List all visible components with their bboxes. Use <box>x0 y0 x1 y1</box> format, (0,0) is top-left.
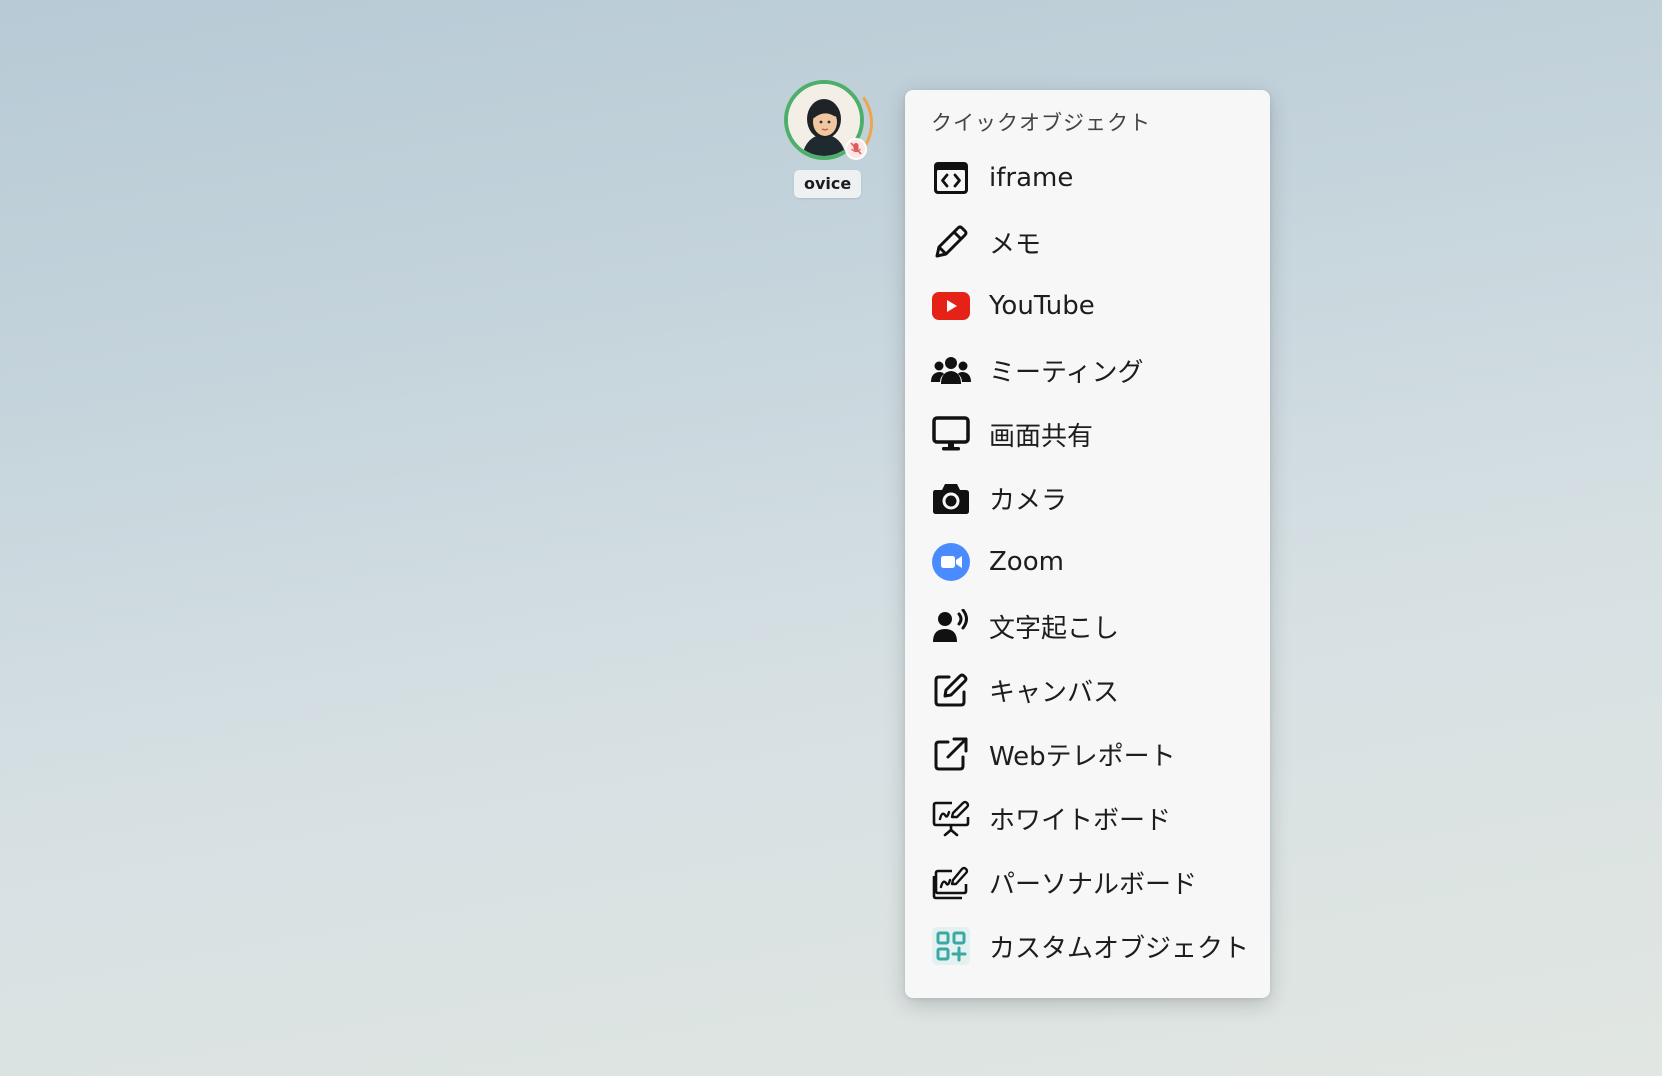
menu-item-youtube[interactable]: YouTube <box>905 274 1270 338</box>
iframe-icon <box>931 158 971 198</box>
grid-plus-icon <box>931 926 971 966</box>
menu-item-label: キャンバス <box>989 677 1120 708</box>
menu-item-zoom[interactable]: Zoom <box>905 530 1270 594</box>
personal-board-icon <box>931 862 971 902</box>
menu-item-custom-object[interactable]: カスタムオブジェクト <box>905 914 1270 978</box>
mic-muted-icon <box>845 138 867 160</box>
menu-item-transcription[interactable]: 文字起こし <box>905 594 1270 658</box>
whiteboard-icon <box>931 798 971 838</box>
menu-item-personal-board[interactable]: パーソナルボード <box>905 850 1270 914</box>
menu-item-label: iframe <box>989 163 1074 193</box>
menu-item-screen-share[interactable]: 画面共有 <box>905 402 1270 466</box>
people-group-icon <box>931 350 971 390</box>
menu-item-label: 文字起こし <box>989 613 1120 644</box>
camera-icon <box>931 478 971 518</box>
menu-item-iframe[interactable]: iframe <box>905 146 1270 210</box>
menu-item-label: Zoom <box>989 547 1064 577</box>
menu-item-label: カスタムオブジェクト <box>989 933 1250 964</box>
menu-item-whiteboard[interactable]: ホワイトボード <box>905 786 1270 850</box>
quick-object-menu: クイックオブジェクト iframe メモ YouTube ミーティング 画面共有… <box>905 90 1270 998</box>
menu-item-memo[interactable]: メモ <box>905 210 1270 274</box>
menu-item-label: カメラ <box>989 485 1068 516</box>
edit-square-icon <box>931 670 971 710</box>
menu-item-camera[interactable]: カメラ <box>905 466 1270 530</box>
menu-item-canvas[interactable]: キャンバス <box>905 658 1270 722</box>
menu-item-label: YouTube <box>989 291 1095 321</box>
zoom-icon <box>931 542 971 582</box>
menu-item-label: Webテレポート <box>989 741 1176 772</box>
menu-item-label: ミーティング <box>989 357 1144 388</box>
menu-item-meeting[interactable]: ミーティング <box>905 338 1270 402</box>
youtube-icon <box>931 286 971 326</box>
speaking-person-icon <box>931 606 971 646</box>
menu-item-web-teleport[interactable]: Webテレポート <box>905 722 1270 786</box>
menu-item-label: 画面共有 <box>989 421 1094 452</box>
user-avatar[interactable] <box>773 69 881 177</box>
monitor-icon <box>931 414 971 454</box>
user-name-label: ovice <box>794 170 862 198</box>
external-link-icon <box>931 734 971 774</box>
menu-title: クイックオブジェクト <box>931 111 1151 135</box>
pencil-icon <box>931 222 971 262</box>
menu-item-label: パーソナルボード <box>989 869 1198 900</box>
menu-item-label: メモ <box>989 229 1042 260</box>
menu-item-label: ホワイトボード <box>989 805 1172 836</box>
